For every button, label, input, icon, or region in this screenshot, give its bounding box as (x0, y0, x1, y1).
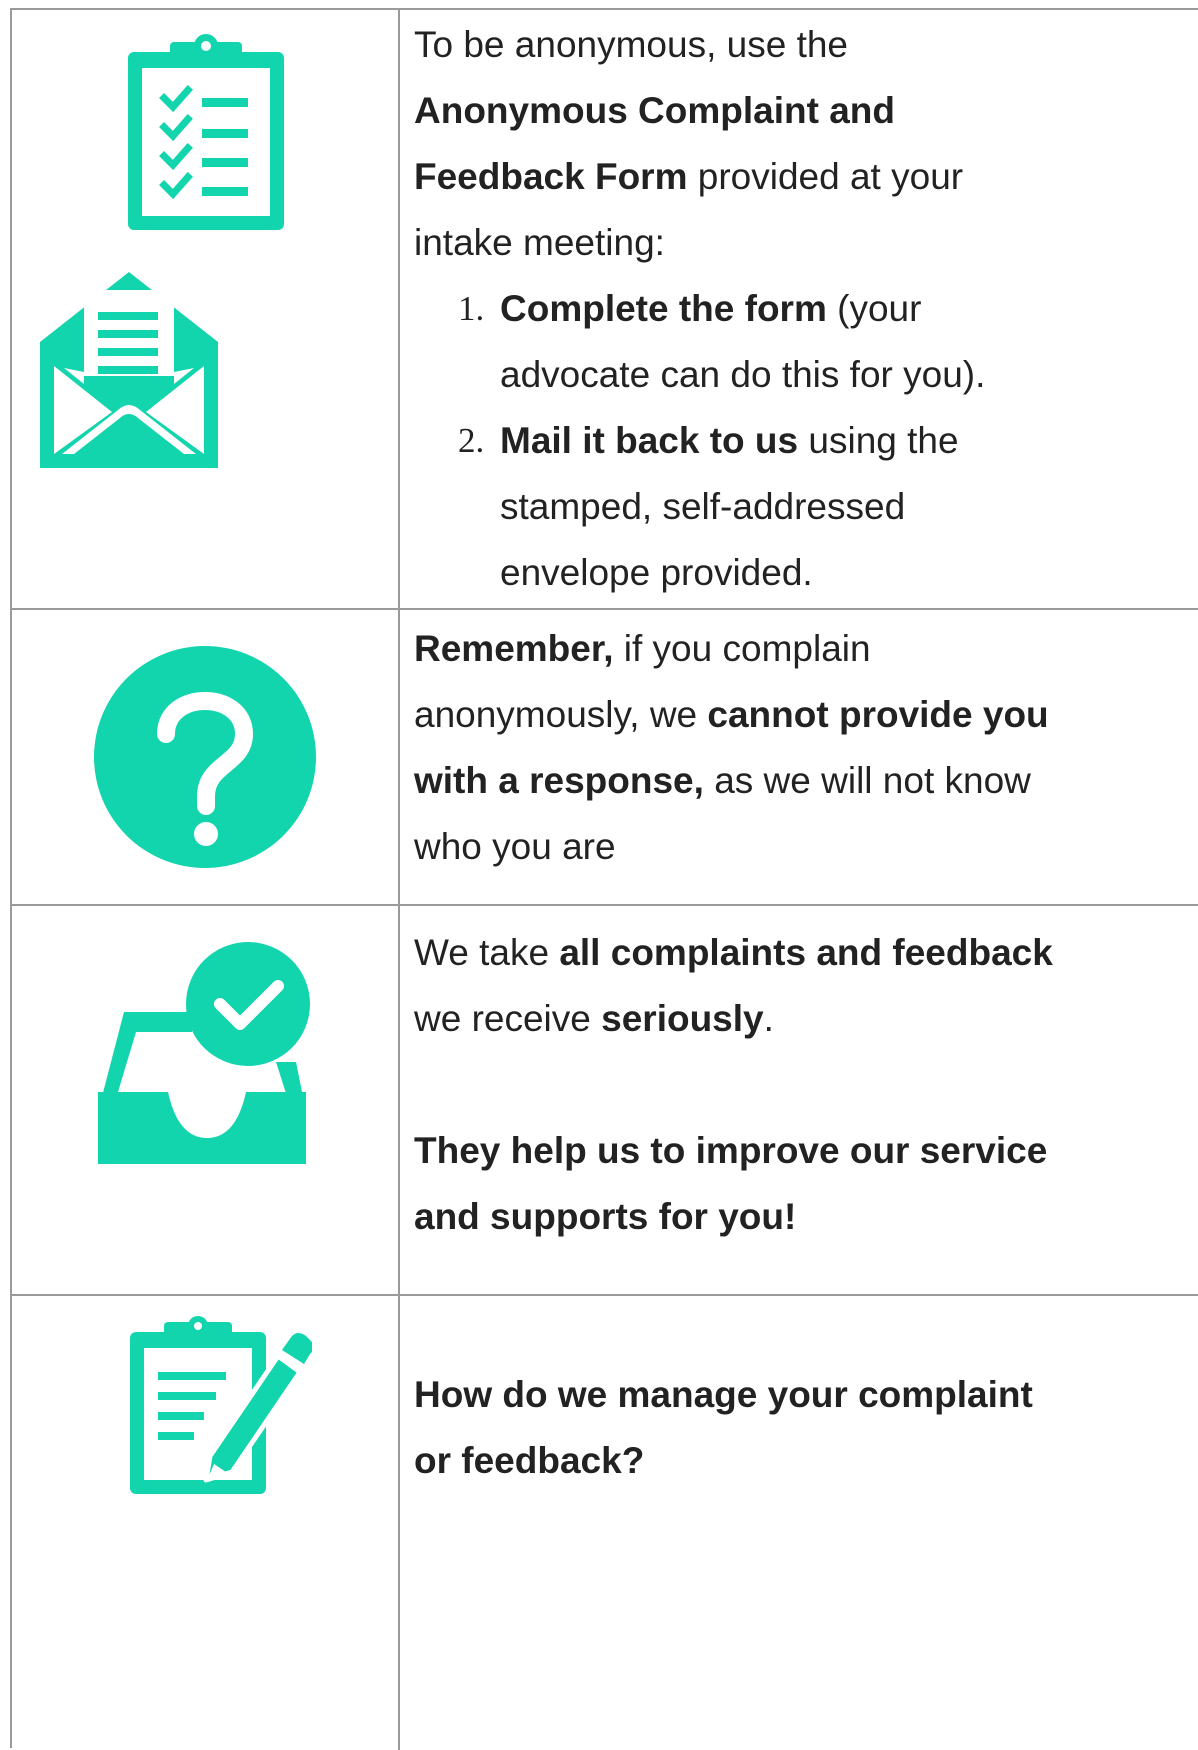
info-table: To be anonymous, use the Anonymous Compl… (10, 8, 1198, 1750)
intro-line-2: Anonymous Complaint and (414, 90, 895, 131)
text-line-2: anonymously, we cannot provide you (414, 694, 1049, 735)
text-cell: To be anonymous, use the Anonymous Compl… (414, 12, 1198, 608)
table-row-manage: How do we manage your complaint or feedb… (12, 1296, 1198, 1750)
icon-cell (12, 906, 400, 1294)
text-line-1: How do we manage your complaint (414, 1374, 1033, 1415)
icon-cell (12, 610, 400, 904)
table-row-remember: Remember, if you complain anonymously, w… (12, 610, 1198, 906)
text-line-2: we receive seriously. (414, 998, 774, 1039)
text-line-4: who you are (414, 826, 616, 867)
text-line-4: and supports for you! (414, 1196, 797, 1237)
text-line-1: We take all complaints and feedback (414, 932, 1053, 973)
intro-line-4: intake meeting: (414, 222, 665, 263)
text-cell: How do we manage your complaint or feedb… (414, 1362, 1198, 1750)
list-item-step-1: 1. Complete the form (your advocate can … (414, 276, 1198, 408)
open-envelope-letter-icon (40, 272, 218, 468)
intro-line-3: Feedback Form provided at your (414, 156, 964, 197)
icon-cell (12, 1296, 400, 1750)
table-row-anonymous-form: To be anonymous, use the Anonymous Compl… (12, 10, 1198, 610)
table-row-seriously: We take all complaints and feedback we r… (12, 906, 1198, 1296)
text-line-3: with a response, as we will not know (414, 760, 1031, 801)
icon-cell (12, 10, 400, 608)
text-line-2: or feedback? (414, 1440, 645, 1481)
text-cell: We take all complaints and feedback we r… (414, 920, 1198, 1294)
step-number: 2. (458, 421, 485, 460)
text-cell: Remember, if you complain anonymously, w… (414, 616, 1198, 904)
clipboard-checklist-icon (128, 34, 284, 230)
list-item-step-2: 2. Mail it back to us using the stamped,… (414, 408, 1198, 606)
text-line-3: They help us to improve our service (414, 1130, 1048, 1171)
step-number: 1. (458, 289, 485, 328)
clipboard-pencil-icon (130, 1316, 312, 1494)
intro-line-1: To be anonymous, use the (414, 24, 849, 65)
inbox-checkmark-icon (98, 942, 310, 1164)
question-mark-circle-icon (94, 646, 316, 868)
text-line-1: Remember, if you complain (414, 628, 871, 669)
